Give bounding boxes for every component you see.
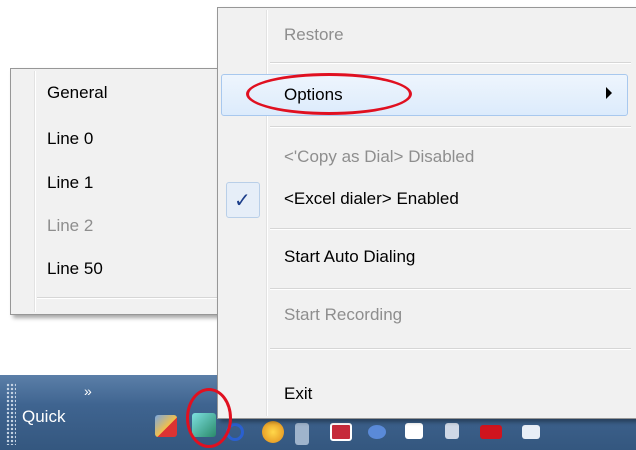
submenu-item-line-0[interactable]: Line 0 <box>47 129 93 149</box>
power-tray-icon[interactable] <box>368 425 386 439</box>
s-tray-icon[interactable] <box>405 423 423 439</box>
quick-launch-label[interactable]: Quick <box>22 407 65 427</box>
submenu-arrow-icon <box>606 87 612 99</box>
menu-separator <box>270 288 631 290</box>
options-annotation-ellipse <box>246 73 412 115</box>
submenu-icon-gutter <box>34 71 36 312</box>
display-tray-icon[interactable] <box>330 423 352 441</box>
monitor-tray-icon[interactable] <box>522 425 540 439</box>
security-tray-icon[interactable] <box>262 421 284 443</box>
menu-icon-gutter <box>266 10 268 416</box>
quick-launch-chevron-icon[interactable]: » <box>84 383 92 399</box>
menu-item-start-auto-dialing[interactable]: Start Auto Dialing <box>284 247 415 267</box>
adobe-tray-icon[interactable] <box>480 425 502 439</box>
menu-separator <box>270 126 631 128</box>
menu-separator <box>270 228 631 230</box>
menu-item-copy-as-dial: <'Copy as Dial> Disabled <box>284 147 475 166</box>
taskbar-grip[interactable] <box>6 383 16 445</box>
app-tray-icon[interactable] <box>155 415 177 437</box>
menu-separator <box>270 62 631 64</box>
options-submenu: General Line 0 Line 1 Line 2 Line 50 <box>10 68 222 315</box>
tray-context-menu: Restore Options <'Copy as Dial> Disabled… <box>217 7 636 419</box>
submenu-item-general[interactable]: General <box>47 83 107 103</box>
menu-item-exit[interactable]: Exit <box>284 384 312 404</box>
checkmark-icon: ✓ <box>234 190 251 212</box>
volume-tray-icon[interactable] <box>295 423 309 445</box>
flag-tray-icon[interactable] <box>445 423 459 439</box>
menu-separator <box>270 348 631 350</box>
menu-item-restore: Restore <box>284 25 344 44</box>
tray-icon-annotation-ellipse <box>186 388 232 448</box>
submenu-separator <box>37 297 217 299</box>
menu-item-excel-dialer[interactable]: <Excel dialer> Enabled <box>284 189 459 209</box>
menu-item-start-recording: Start Recording <box>284 305 403 324</box>
submenu-item-line-2: Line 2 <box>47 216 94 235</box>
submenu-item-line-1[interactable]: Line 1 <box>47 173 93 193</box>
submenu-item-line-50[interactable]: Line 50 <box>47 259 103 279</box>
